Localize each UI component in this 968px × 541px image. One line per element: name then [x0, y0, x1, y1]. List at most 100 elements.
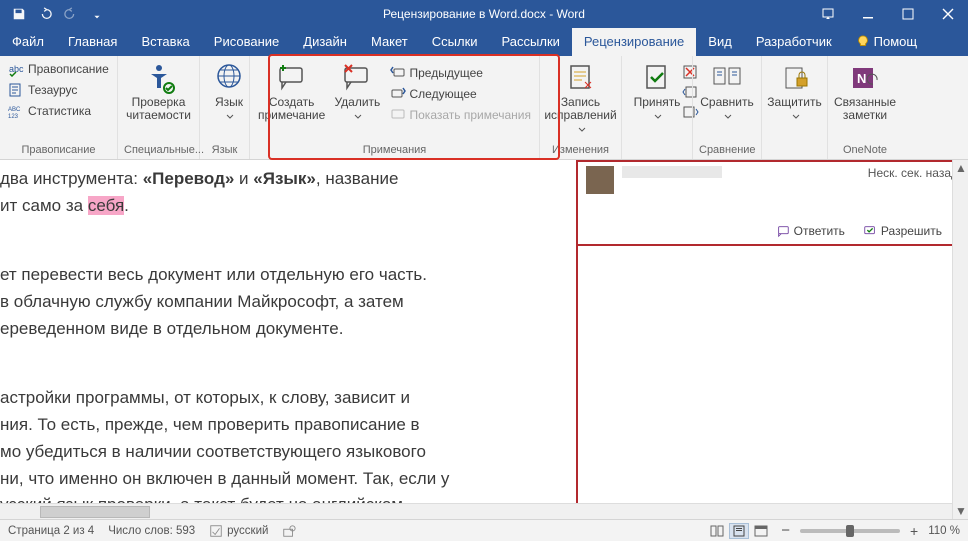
tab-help[interactable]: Помощ — [844, 28, 929, 56]
scrollbar-thumb[interactable] — [40, 506, 150, 518]
ribbon: abc Правописание Тезаурус ABC123 Статист… — [0, 56, 968, 160]
tab-review[interactable]: Рецензирование — [572, 28, 696, 56]
highlighted-text: себя — [88, 196, 124, 215]
status-bar: Страница 2 из 4 Число слов: 593 русский … — [0, 519, 968, 541]
window-title: Рецензирование в Word.docx - Word — [383, 7, 585, 21]
web-layout-button[interactable] — [751, 523, 771, 539]
page-indicator[interactable]: Страница 2 из 4 — [8, 525, 94, 537]
horizontal-scrollbar[interactable] — [0, 503, 952, 519]
chevron-down-icon — [654, 111, 662, 124]
group-onenote-label: OneNote — [834, 142, 896, 159]
zoom-slider-knob[interactable] — [846, 525, 854, 537]
language-icon — [213, 62, 245, 94]
macro-recorder-icon[interactable] — [282, 524, 296, 538]
language-button[interactable]: Язык — [206, 60, 252, 126]
qat-dropdown-icon[interactable] — [86, 3, 108, 25]
thesaurus-button[interactable]: Тезаурус — [6, 81, 111, 99]
tab-developer[interactable]: Разработчик — [744, 28, 844, 56]
save-icon[interactable] — [8, 3, 30, 25]
maximize-icon[interactable] — [888, 0, 928, 28]
readability-button[interactable]: Проверка читаемости — [124, 60, 193, 124]
zoom-out-button[interactable]: − — [781, 522, 790, 539]
resolve-icon — [863, 224, 877, 238]
reply-icon — [776, 224, 790, 238]
lightbulb-icon — [856, 35, 870, 49]
accept-button[interactable]: Принять — [628, 60, 686, 126]
language-indicator[interactable]: русский — [209, 524, 268, 538]
group-tracking: Запись исправлений Изменения — [540, 56, 622, 159]
scroll-up-icon[interactable]: ▲ — [953, 160, 968, 176]
svg-text:ABC: ABC — [8, 107, 21, 113]
group-language-label: Язык — [206, 142, 243, 159]
tab-insert[interactable]: Вставка — [129, 28, 201, 56]
new-comment-icon — [276, 62, 308, 94]
group-proofing: abc Правописание Тезаурус ABC123 Статист… — [0, 56, 118, 159]
redo-icon[interactable] — [60, 3, 82, 25]
view-mode-buttons — [707, 523, 771, 539]
delete-comment-icon — [341, 62, 373, 94]
tab-draw[interactable]: Рисование — [202, 28, 291, 56]
show-comments-icon — [390, 107, 406, 123]
comment-author — [622, 166, 722, 178]
tab-references[interactable]: Ссылки — [420, 28, 490, 56]
undo-icon[interactable] — [34, 3, 56, 25]
statistics-icon: ABC123 — [8, 103, 24, 119]
close-icon[interactable] — [928, 0, 968, 28]
readability-icon — [143, 62, 175, 94]
previous-comment-button[interactable]: Предыдущее — [388, 64, 534, 82]
group-compare-label: Сравнение — [699, 142, 755, 159]
comment-time: Неск. сек. назад — [868, 166, 958, 180]
chevron-down-icon — [354, 111, 362, 124]
reply-button[interactable]: Ответить — [776, 224, 845, 238]
vertical-scrollbar[interactable]: ▲ ▼ — [952, 160, 968, 519]
zoom-level[interactable]: 110 % — [928, 525, 960, 537]
ribbon-tabs: Файл Главная Вставка Рисование Дизайн Ма… — [0, 28, 968, 56]
print-layout-button[interactable] — [729, 523, 749, 539]
tab-mailings[interactable]: Рассылки — [490, 28, 572, 56]
group-accessibility: Проверка читаемости Специальные... — [118, 56, 200, 159]
document-area: два инструмента: «Перевод» и «Язык», наз… — [0, 160, 968, 522]
group-language: Язык Язык — [200, 56, 250, 159]
protect-icon — [779, 62, 811, 94]
group-accept: Принять — [622, 56, 692, 159]
minimize-icon[interactable] — [848, 0, 888, 28]
group-comments: Создать примечание Удалить Предыдущее Сл… — [250, 56, 540, 159]
zoom-slider[interactable] — [800, 529, 900, 533]
protect-button[interactable]: Защитить — [768, 60, 821, 126]
group-tracking-label: Изменения — [546, 142, 615, 159]
svg-text:123: 123 — [8, 114, 19, 119]
spelling-button[interactable]: abc Правописание — [6, 60, 111, 78]
next-comment-button[interactable]: Следующее — [388, 85, 534, 103]
tab-file[interactable]: Файл — [0, 28, 56, 56]
tab-layout[interactable]: Макет — [359, 28, 420, 56]
group-onenote: N Связанные заметки OneNote — [828, 56, 902, 159]
comment-card[interactable]: Неск. сек. назад — [578, 160, 966, 220]
chevron-down-icon — [578, 124, 586, 137]
tab-view[interactable]: Вид — [696, 28, 744, 56]
zoom-in-button[interactable]: + — [910, 523, 918, 539]
thesaurus-icon — [8, 82, 24, 98]
title-bar: Рецензирование в Word.docx - Word — [0, 0, 968, 28]
group-comments-label: Примечания — [256, 142, 533, 159]
scroll-down-icon[interactable]: ▼ — [953, 503, 968, 519]
statistics-button[interactable]: ABC123 Статистика — [6, 102, 111, 120]
spelling-icon: abc — [8, 61, 24, 77]
group-compare: Сравнить Сравнение — [692, 56, 762, 159]
read-mode-button[interactable] — [707, 523, 727, 539]
tab-design[interactable]: Дизайн — [291, 28, 359, 56]
word-count[interactable]: Число слов: 593 — [108, 525, 195, 537]
ribbon-options-icon[interactable] — [808, 0, 848, 28]
new-comment-button[interactable]: Создать примечание — [256, 60, 327, 126]
track-changes-icon — [565, 62, 597, 94]
show-comments-button: Показать примечания — [388, 106, 534, 124]
compare-button[interactable]: Сравнить — [699, 60, 755, 126]
delete-comment-button[interactable]: Удалить — [333, 60, 381, 126]
tab-home[interactable]: Главная — [56, 28, 129, 56]
onenote-button[interactable]: N Связанные заметки — [834, 60, 896, 124]
next-comment-icon — [390, 86, 406, 102]
document-body[interactable]: два инструмента: «Перевод» и «Язык», наз… — [0, 160, 576, 522]
chevron-down-icon — [792, 111, 800, 124]
track-changes-button[interactable]: Запись исправлений — [546, 60, 615, 140]
resolve-button[interactable]: Разрешить — [863, 224, 942, 238]
group-accessibility-label: Специальные... — [124, 142, 193, 159]
